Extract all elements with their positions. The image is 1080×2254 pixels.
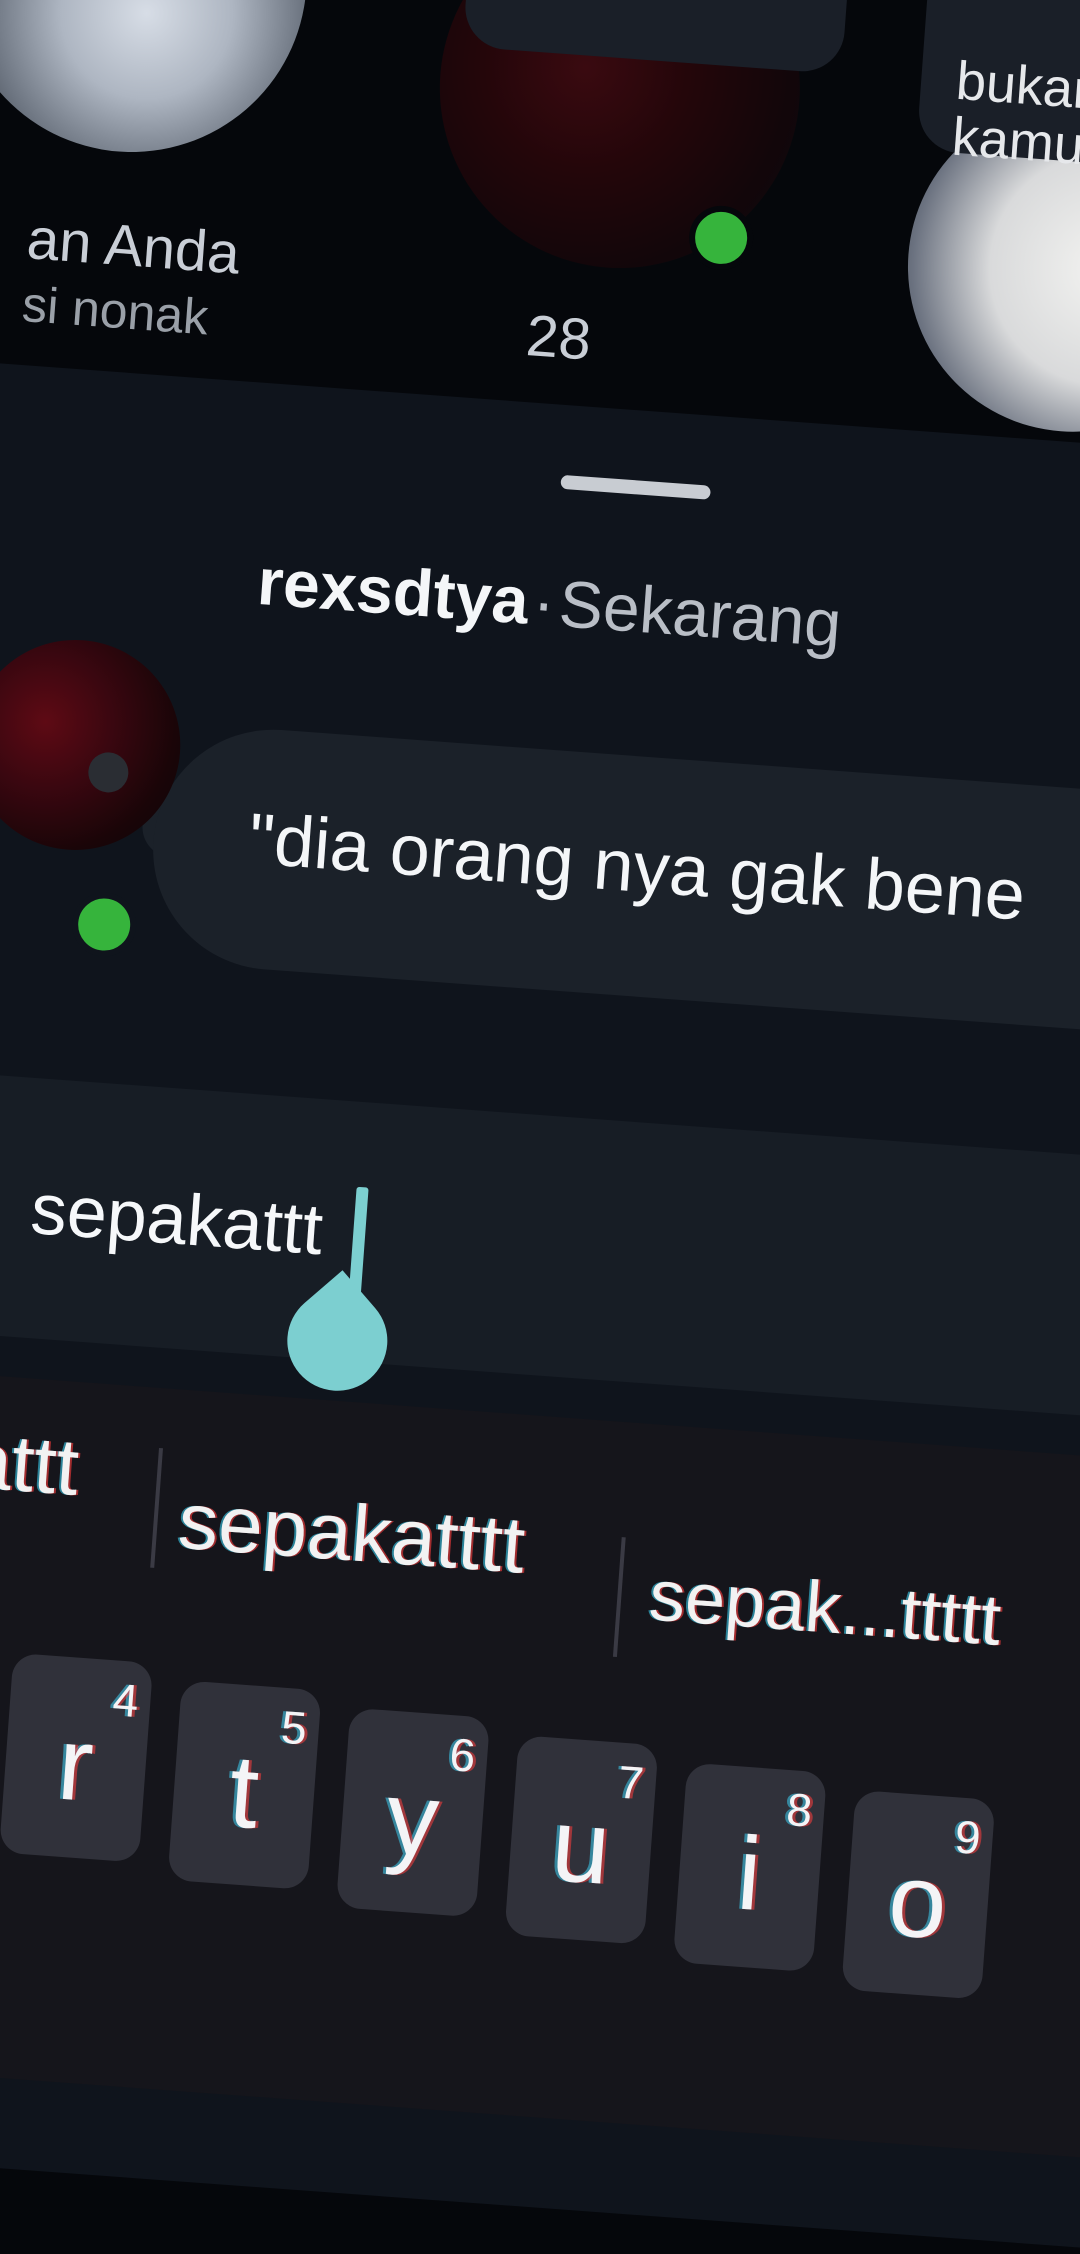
key-y[interactable]: 6 y	[335, 1707, 491, 1918]
key-letter: r	[54, 1705, 98, 1824]
note-subtitle-1: si nonak	[20, 275, 211, 346]
key-o[interactable]: 9 o	[841, 1789, 996, 2000]
key-letter: y	[382, 1759, 443, 1880]
note-avatar-1[interactable]	[0, 0, 320, 165]
screen: bukan kamu, l an Anda si nonak 28 ありふ re…	[0, 0, 1080, 2254]
note-name-2: 28	[524, 302, 594, 373]
key-i[interactable]: 8 i	[672, 1762, 828, 1973]
separator-dot: ·	[530, 564, 558, 640]
key-r[interactable]: 4 r	[0, 1652, 154, 1863]
key-letter: t	[225, 1733, 263, 1852]
key-t[interactable]: 5 t	[167, 1680, 322, 1890]
key-u[interactable]: 7 u	[504, 1735, 659, 1945]
note-bubble-text: bukan kamu, l	[949, 50, 1080, 178]
key-letter: o	[884, 1841, 951, 1962]
suggestion-1[interactable]: kattt	[0, 1411, 82, 1514]
note-name-1: an Anda	[24, 206, 242, 287]
key-letter: u	[547, 1786, 615, 1907]
